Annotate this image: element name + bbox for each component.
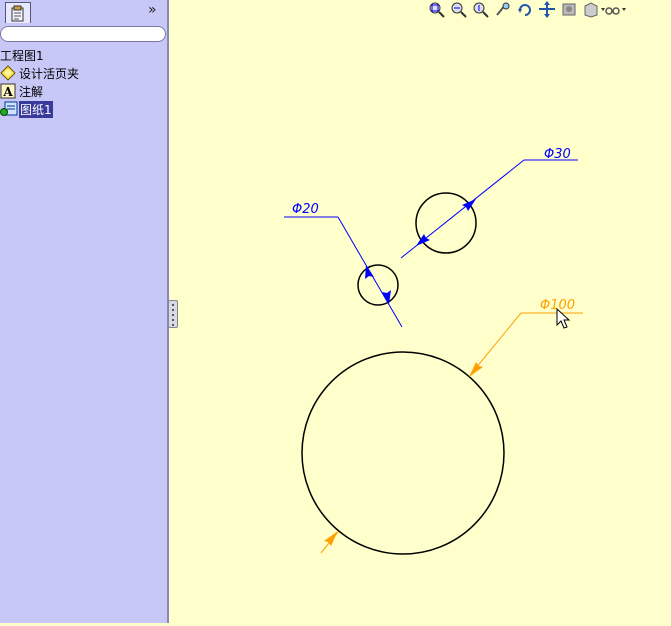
- svg-text:A: A: [2, 85, 13, 99]
- hide-show-icon[interactable]: [604, 1, 626, 18]
- tree-filter-input[interactable]: [0, 26, 166, 42]
- circle-d100[interactable]: [301, 351, 505, 555]
- tree-item-design-binder[interactable]: 设计活页夹: [0, 65, 79, 81]
- tree-item-label: 注解: [19, 84, 44, 99]
- rotate-icon[interactable]: [516, 1, 534, 18]
- dimension-text-d20: Φ20: [292, 202, 319, 217]
- view-orientation-icon[interactable]: [582, 1, 605, 18]
- feature-manager-panel: » 工程图1 设计活页夹 A 注解 图纸1: [0, 0, 169, 623]
- zoom-in-out-icon[interactable]: [472, 1, 490, 18]
- dimension-text-d30: Φ30: [544, 147, 571, 162]
- sheet-icon: [0, 101, 18, 117]
- dimension-d20[interactable]: Φ20: [284, 202, 403, 328]
- dimension-d30[interactable]: Φ30: [400, 147, 578, 259]
- drawing-sheet: Φ30 Φ20 Φ100: [284, 147, 583, 555]
- dimension-d100[interactable]: Φ100: [320, 298, 583, 554]
- view-toolbar: [428, 0, 626, 18]
- drawing-canvas[interactable]: Φ30 Φ20 Φ100: [171, 0, 671, 623]
- binder-icon: [0, 65, 16, 81]
- display-style-icon[interactable]: [560, 1, 578, 18]
- annotation-icon: A: [0, 83, 16, 99]
- zoom-selection-icon[interactable]: [494, 1, 512, 18]
- feature-manager-tab[interactable]: [5, 2, 31, 23]
- tree-item-label: 图纸1: [19, 100, 53, 118]
- tree-item-drawing[interactable]: 工程图1: [0, 47, 44, 63]
- zoom-to-fit-icon[interactable]: [428, 1, 446, 18]
- tree-item-sheet1[interactable]: 图纸1: [0, 100, 53, 118]
- zoom-area-icon[interactable]: [450, 1, 468, 18]
- circle-d30[interactable]: [415, 192, 477, 254]
- panel-tab-bar: »: [0, 0, 167, 24]
- tree-item-label: 设计活页夹: [19, 66, 80, 81]
- tree-item-annotations[interactable]: A 注解: [0, 83, 43, 99]
- feature-tree-icon: [11, 5, 24, 22]
- expand-panel-button[interactable]: »: [148, 2, 157, 18]
- pan-icon[interactable]: [538, 0, 556, 18]
- tree-item-label: 工程图1: [0, 48, 44, 63]
